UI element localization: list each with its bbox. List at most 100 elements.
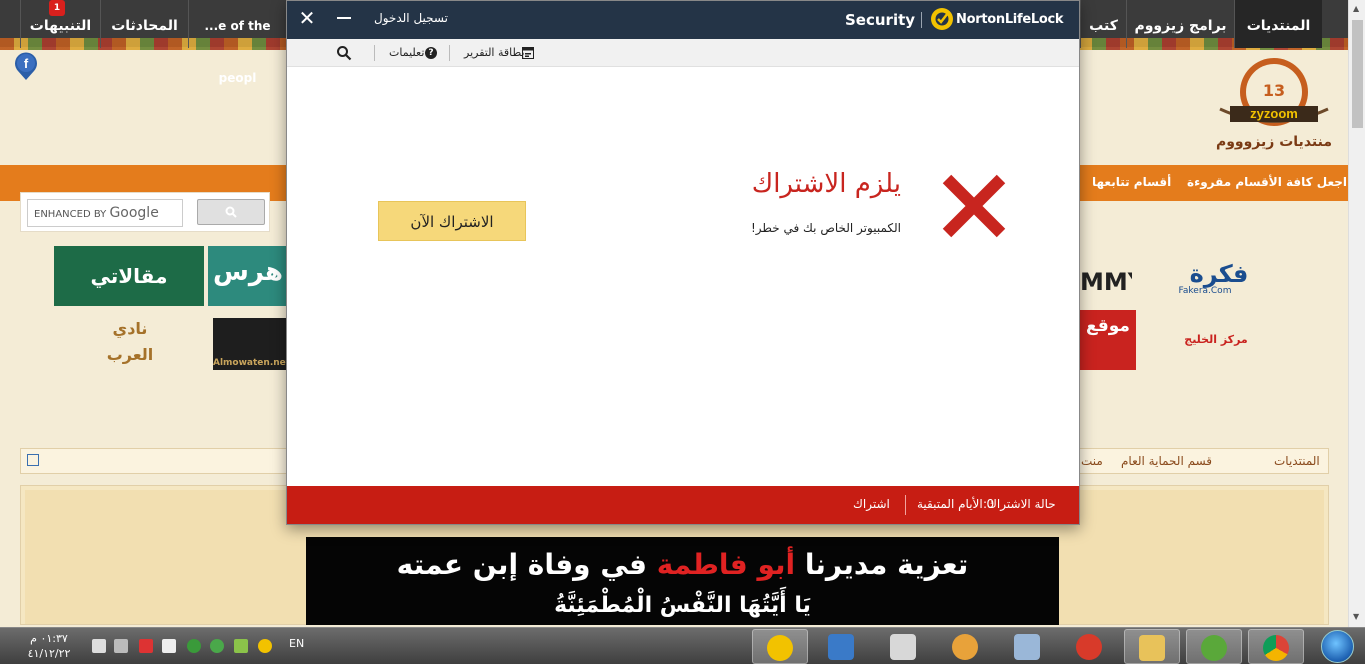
ad-mmy[interactable]: MMY (1080, 264, 1132, 300)
ad-fhras[interactable]: هرس (208, 246, 288, 306)
utorrent-icon (1201, 635, 1227, 661)
status-divider (905, 495, 906, 515)
tray-shield-icon[interactable] (234, 639, 248, 653)
nav-alerts-label: التنبيهات (29, 18, 92, 34)
external-link-icon[interactable] (27, 454, 39, 466)
sign-in-link[interactable]: تسجيل الدخول (374, 11, 448, 25)
ad-mawqe[interactable]: موقع (1080, 310, 1136, 370)
google-search-input[interactable]: ENHANCED BY Google (27, 199, 183, 227)
help-icon[interactable]: ? (425, 47, 437, 59)
search-placeholder: ENHANCED BY (34, 209, 107, 220)
error-x-icon (942, 174, 1006, 238)
folder-icon (1139, 635, 1165, 661)
nav-voice-of-people[interactable]: ...e of the peopl (188, 0, 286, 85)
breadcrumb-current[interactable]: منت (1081, 454, 1103, 468)
report-card-link[interactable]: بطاقة التقرير (464, 46, 525, 59)
ad-fakera[interactable]: فكرة Fakera.Com (1144, 256, 1294, 300)
nortonlifelock-logo: NortonLifeLock (931, 8, 1064, 32)
windows-taskbar: ٠١:٣٧ م ٤١/١٢/٢٢ EN (0, 627, 1365, 664)
clock-time: ٠١:٣٧ م (30, 632, 68, 645)
ad-nadi-alarab[interactable]: نادي العرب (90, 316, 170, 370)
banner-line-1: تعزية مديرنا أبو فاطمة في وفاة إبن عمته (306, 537, 1059, 593)
norton-check-icon (931, 8, 953, 30)
norton-subscription-popup: ✕ تسجيل الدخول Security NortonLifeLock ت… (286, 0, 1080, 525)
zyzoom-logo[interactable]: zyzoom منتديات زيزوووم 13 (1200, 54, 1348, 154)
taskbar-ccleaner-app[interactable] (1062, 629, 1118, 664)
close-icon[interactable]: ✕ (297, 8, 317, 30)
scrollbar-thumb[interactable] (1352, 20, 1363, 128)
scroll-down-icon[interactable]: ▼ (1353, 612, 1359, 621)
days-remaining-text: 0 الأيام المتبقية (917, 497, 995, 511)
norton-app-icon (767, 635, 793, 661)
tray-volume-muted-icon[interactable] (139, 639, 153, 653)
system-clock[interactable]: ٠١:٣٧ م ٤١/١٢/٢٢ (16, 631, 82, 661)
scroll-up-icon[interactable]: ▲ (1353, 4, 1359, 13)
breadcrumb-security-section[interactable]: قسم الحماية العام (1121, 454, 1212, 468)
ad-khaleej-center[interactable]: مركز الخليج (1166, 330, 1266, 350)
mixer-icon (828, 634, 854, 660)
search-icon (225, 206, 237, 218)
toolbar-divider (449, 45, 450, 61)
start-button[interactable] (1318, 629, 1358, 664)
taskbar-norton-app[interactable] (752, 629, 808, 664)
ad-almowaten[interactable]: Almowaten.net (213, 318, 288, 370)
scissors-icon (890, 634, 916, 660)
nav-books[interactable]: كتب (1080, 0, 1126, 48)
google-search-button[interactable] (197, 199, 265, 225)
calendar-icon[interactable] (522, 46, 534, 59)
ad-maqalati[interactable]: مقالاتي (54, 246, 204, 306)
svg-text:13: 13 (1263, 81, 1285, 100)
clock-date: ٤١/١٢/٢٢ (27, 647, 71, 660)
toolbar-divider (374, 45, 375, 61)
taskbar-paint-app[interactable] (938, 629, 994, 664)
followed-forums-link[interactable]: أقسام تتابعها (1092, 175, 1171, 189)
tray-network-icon[interactable] (114, 639, 128, 653)
taskbar-mixer-app[interactable] (814, 629, 870, 664)
search-icon[interactable] (336, 45, 352, 61)
norton-security-label: Security (845, 11, 916, 29)
nav-alerts[interactable]: التنبيهات 1 (20, 0, 100, 48)
taskbar-explorer-app[interactable] (1124, 629, 1180, 664)
title-divider (921, 12, 922, 28)
taskbar-snipping-app[interactable] (876, 629, 932, 664)
facebook-icon[interactable]: f (13, 51, 39, 81)
computer-at-risk-text: الكمبيوتر الخاص بك في خطر! (751, 221, 901, 235)
fakera-title: فكرة (1189, 260, 1249, 288)
paint-icon (952, 634, 978, 660)
banner-text-b: في وفاة إبن عمته (396, 548, 657, 581)
windows-logo-icon (1321, 630, 1354, 663)
chrome-icon (1263, 635, 1289, 661)
page-scrollbar[interactable]: ▲ ▼ (1348, 0, 1365, 627)
nav-zyzoom-programs[interactable]: برامج زيزووم (1126, 0, 1234, 48)
svg-text:منتديات زيزوووم: منتديات زيزوووم (1216, 134, 1332, 150)
tray-usb-icon[interactable] (162, 639, 176, 653)
google-brand-text: Google (109, 205, 159, 221)
subscription-link[interactable]: اشتراك (853, 497, 890, 511)
tray-utorrent-icon[interactable] (210, 639, 224, 653)
taskbar-calculator-app[interactable] (1000, 629, 1056, 664)
banner-line-2: يَا أَيَّتُهَا النَّفْسُ الْمُطْمَئِنَّة… (554, 593, 811, 618)
input-language-indicator[interactable]: EN (289, 637, 304, 650)
nav-conversations[interactable]: المحادثات (100, 0, 188, 48)
condolence-banner: تعزية مديرنا أبو فاطمة في وفاة إبن عمته … (306, 537, 1059, 625)
tray-globe-icon[interactable] (187, 639, 201, 653)
norton-status-bar: حالة الاشتراك: 0 الأيام المتبقية اشتراك (287, 486, 1079, 524)
tray-flag-icon[interactable] (92, 639, 106, 653)
mark-all-read-link[interactable]: اجعل كافة الأقسام مقروءة (1187, 175, 1347, 189)
breadcrumb-forums[interactable]: المنتديات (1274, 454, 1320, 468)
svg-text:zyzoom: zyzoom (1250, 106, 1298, 121)
taskbar-utorrent-app[interactable] (1186, 629, 1242, 664)
banner-text-red: أبو فاطمة (656, 548, 796, 581)
ccleaner-icon (1076, 634, 1102, 660)
taskbar-chrome-app[interactable] (1248, 629, 1304, 664)
norton-toolbar: تعليمات ? بطاقة التقرير (287, 39, 1079, 67)
norton-brand-name: NortonLifeLock (956, 12, 1064, 27)
svg-text:f: f (24, 56, 29, 71)
subscribe-now-button[interactable]: الاشتراك الآن (378, 201, 526, 241)
help-link[interactable]: تعليمات (389, 46, 424, 59)
tray-norton-icon[interactable] (258, 639, 272, 653)
minimize-icon[interactable] (337, 17, 351, 19)
google-search-box: ENHANCED BY Google (20, 192, 270, 232)
banner-text-a: تعزية مديرنا (795, 548, 969, 581)
nav-forums[interactable]: المنتديات (1234, 0, 1322, 48)
